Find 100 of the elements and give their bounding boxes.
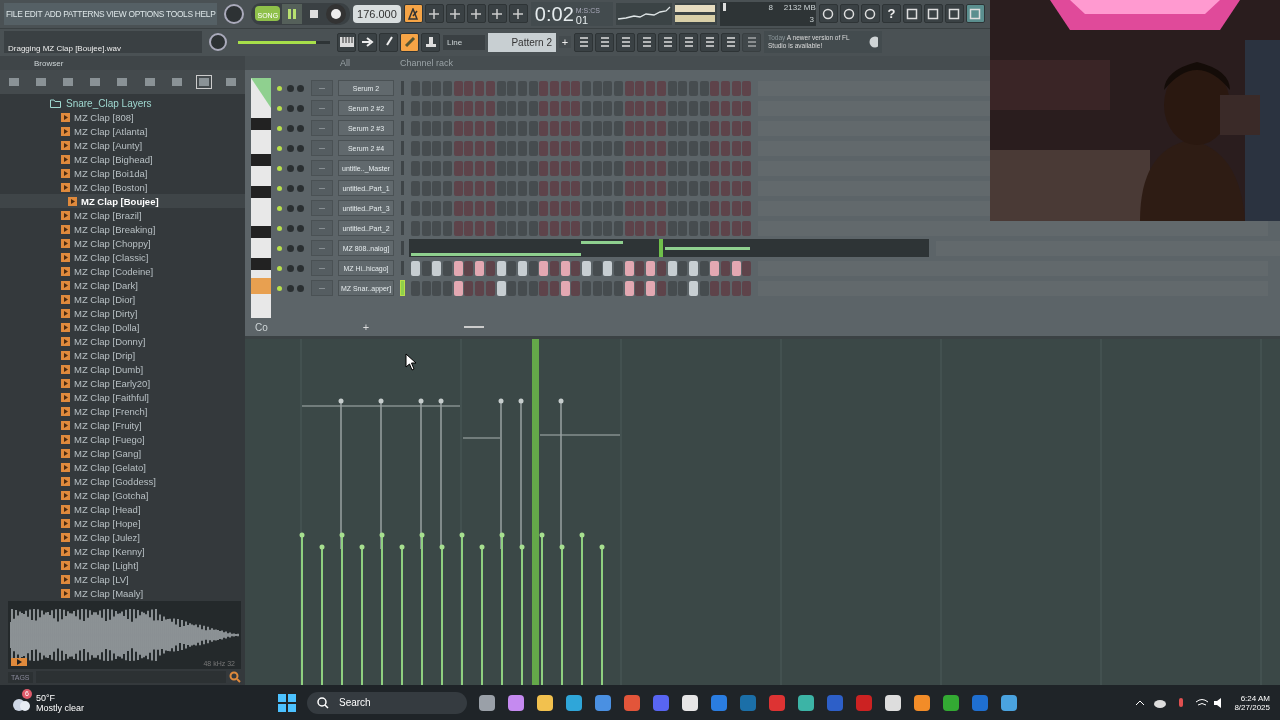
volume-knob[interactable] (297, 144, 304, 152)
channel-led[interactable] (277, 245, 282, 251)
menu-item[interactable]: PATTERNS (63, 8, 105, 19)
step-button[interactable] (624, 260, 634, 276)
sample-item[interactable]: MZ Clap [Goddess] (0, 474, 245, 488)
sample-item[interactable]: MZ Clap [Julez] (0, 530, 245, 544)
step-button[interactable] (560, 280, 570, 296)
volume-knob[interactable] (297, 84, 304, 92)
volume-knob[interactable] (297, 184, 304, 192)
step-button[interactable] (411, 260, 420, 276)
browser-tool-icon[interactable] (197, 76, 212, 88)
pan-knob[interactable] (287, 264, 294, 272)
channel-select-indicator[interactable] (401, 101, 404, 116)
menu-item[interactable]: EDIT (24, 8, 43, 19)
waveform-button[interactable] (445, 4, 465, 24)
menu-item[interactable]: VIEW (106, 8, 127, 19)
pan-knob[interactable] (287, 144, 294, 152)
channel-led[interactable] (277, 85, 282, 91)
steps-button[interactable] (574, 32, 593, 52)
sample-item[interactable]: MZ Clap [Gotcha] (0, 488, 245, 502)
channel-led[interactable] (277, 125, 282, 131)
refresh-button[interactable] (818, 4, 838, 24)
hand-button[interactable] (721, 32, 740, 52)
browser-tool-icon[interactable] (169, 76, 184, 88)
browser-tool-icon[interactable] (88, 76, 103, 88)
snap-dropdown[interactable]: Line (443, 34, 485, 50)
volume-knob[interactable] (297, 244, 304, 252)
sample-item[interactable]: MZ Clap [Dolla] (0, 320, 245, 334)
search-field[interactable]: Search (307, 691, 467, 714)
browser-tool-icon[interactable] (6, 76, 21, 88)
sample-item[interactable]: MZ Clap [Gelato] (0, 460, 245, 474)
step-button[interactable] (688, 280, 698, 296)
volume-knob[interactable] (297, 224, 304, 232)
cart-button[interactable] (742, 32, 761, 52)
windows-start-icon[interactable] (278, 693, 296, 712)
microphone-button[interactable] (860, 4, 880, 24)
volume-knob[interactable] (297, 284, 304, 292)
sample-item[interactable]: MZ Clap [Dior] (0, 292, 245, 306)
step-button[interactable] (646, 260, 656, 276)
sample-item[interactable]: MZ Clap [Breaking] (0, 222, 245, 236)
scissors-button[interactable] (839, 4, 859, 24)
sample-item[interactable]: MZ Clap [Head] (0, 502, 245, 516)
step-button[interactable] (731, 260, 741, 276)
volume-knob[interactable] (297, 204, 304, 212)
arrow-button[interactable] (358, 32, 377, 52)
sample-item[interactable]: MZ Clap [Early20] (0, 376, 245, 390)
sample-item[interactable]: MZ Clap [Fruity] (0, 418, 245, 432)
step-button[interactable] (603, 260, 613, 276)
pan-knob[interactable] (287, 184, 294, 192)
menu-item[interactable]: OPTIONS (128, 8, 165, 19)
step-button[interactable] (646, 280, 656, 296)
browser-tool-icon[interactable] (142, 76, 157, 88)
loop-button[interactable] (508, 4, 528, 24)
browser-tool-icon[interactable] (115, 76, 130, 88)
folder-button[interactable] (637, 32, 656, 52)
pan-knob[interactable] (287, 224, 294, 232)
step-button[interactable] (624, 280, 634, 296)
sample-item[interactable]: MZ Clap [Dumb] (0, 362, 245, 376)
plug-button[interactable] (679, 32, 698, 52)
sample-item[interactable]: MZ Clap [Aunty] (0, 138, 245, 152)
channel-led[interactable] (277, 265, 282, 271)
piano-button[interactable] (337, 32, 356, 52)
search-icon[interactable] (229, 671, 241, 683)
sample-item[interactable]: MZ Clap [Boi1da] (0, 166, 245, 180)
menu-item[interactable]: FILE (6, 8, 23, 19)
channel-led[interactable] (277, 165, 282, 171)
pause-button[interactable] (282, 3, 303, 24)
sample-item[interactable]: MZ Clap [Faithful] (0, 390, 245, 404)
menu-item[interactable]: TOOLS (166, 8, 193, 19)
browser-tool-icon[interactable] (61, 76, 76, 88)
volume-knob[interactable] (297, 164, 304, 172)
save-button[interactable] (902, 4, 922, 24)
step-button[interactable] (496, 260, 506, 276)
automation-drawing[interactable] (299, 398, 621, 686)
stamp-button[interactable] (421, 32, 440, 52)
channel-select-indicator[interactable] (401, 241, 404, 256)
play-icon[interactable] (11, 658, 27, 666)
sample-item[interactable]: MZ Clap [Bighead] (0, 152, 245, 166)
sample-item[interactable]: MZ Clap [LV] (0, 572, 245, 586)
link-button[interactable] (400, 32, 419, 52)
filter-dropdown[interactable]: All (340, 58, 350, 69)
volume-knob[interactable] (297, 124, 304, 132)
browser-tool-icon[interactable] (33, 76, 48, 88)
sliders-button[interactable] (616, 32, 635, 52)
sample-item[interactable]: MZ Clap [Brazil] (0, 208, 245, 222)
sample-item[interactable]: MZ Clap [French] (0, 404, 245, 418)
step-button[interactable] (453, 260, 463, 276)
pan-knob[interactable] (287, 284, 294, 292)
channel-select-indicator[interactable] (401, 181, 404, 196)
tempo-display[interactable]: 176.000 (353, 4, 401, 23)
channel-select-indicator[interactable] (401, 221, 404, 236)
record-button[interactable] (326, 3, 347, 24)
help-button[interactable]: ? (881, 4, 901, 24)
page-button[interactable] (658, 32, 677, 52)
step-button[interactable] (475, 260, 485, 276)
channel-led[interactable] (277, 225, 282, 231)
wand-button[interactable] (424, 4, 444, 24)
step-button[interactable] (710, 260, 720, 276)
channel-led[interactable] (277, 185, 282, 191)
sample-item[interactable]: MZ Clap [Boujee] (0, 194, 245, 208)
